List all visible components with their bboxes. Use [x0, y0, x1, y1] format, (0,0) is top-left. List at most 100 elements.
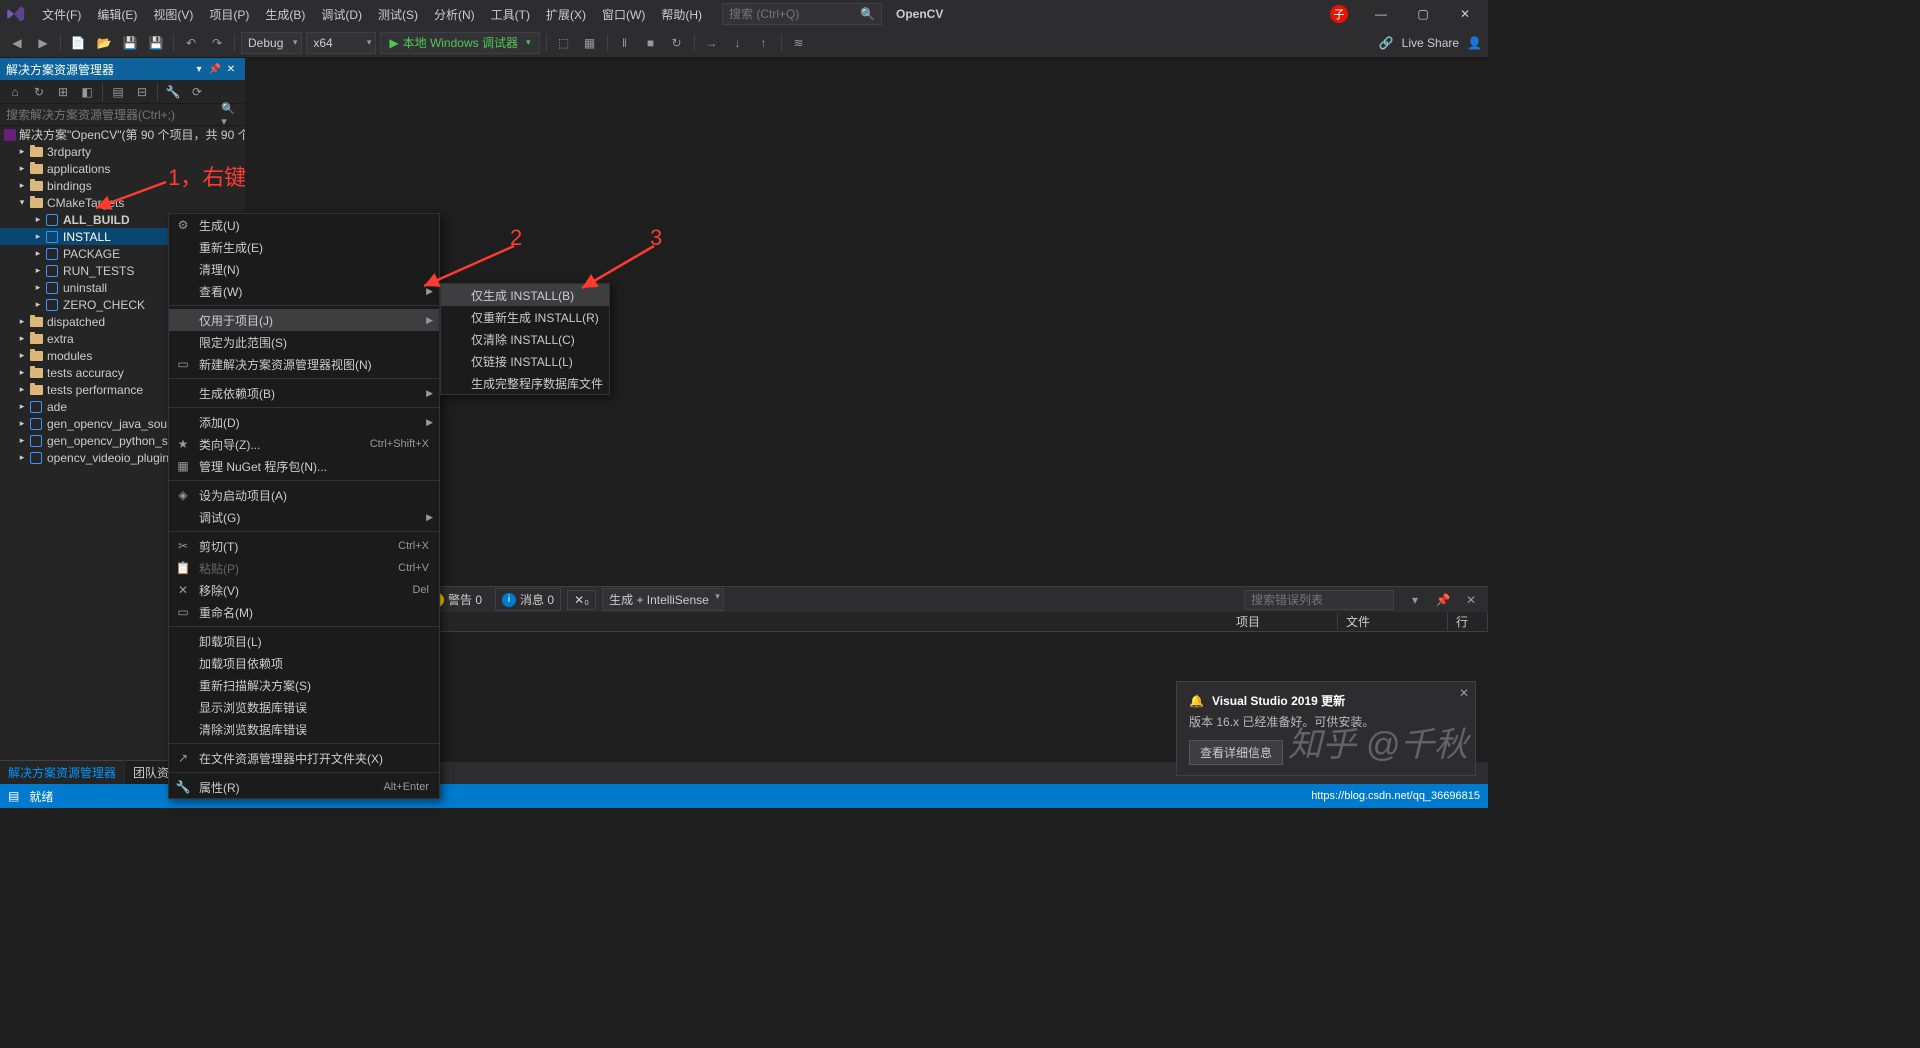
- context-menu-item[interactable]: ▭重命名(M): [169, 601, 439, 623]
- tree-node[interactable]: ▸3rdparty: [0, 143, 245, 160]
- col-line[interactable]: 行: [1448, 613, 1488, 630]
- solution-root[interactable]: 解决方案"OpenCV"(第 90 个项目，共 90 个): [0, 126, 245, 143]
- start-debug-button[interactable]: ▶ 本地 Windows 调试器 ▾: [380, 32, 539, 54]
- step-into-icon[interactable]: ↓: [727, 32, 749, 54]
- tab-solution-explorer[interactable]: 解决方案资源管理器: [0, 760, 124, 784]
- nav-fwd-icon[interactable]: ▶: [32, 32, 54, 54]
- messages-filter[interactable]: i消息 0: [495, 588, 561, 611]
- tool-icon[interactable]: ▤: [107, 81, 129, 103]
- dropdown-icon[interactable]: ▾: [1404, 589, 1426, 611]
- error-search-input[interactable]: [1244, 590, 1394, 610]
- context-menu-item[interactable]: ▭新建解决方案资源管理器视图(N): [169, 353, 439, 375]
- pause-icon[interactable]: ‖: [614, 32, 636, 54]
- restart-icon[interactable]: ↻: [666, 32, 688, 54]
- context-menu-item[interactable]: 仅链接 INSTALL(L): [441, 350, 609, 372]
- menu-item[interactable]: 测试(S): [370, 5, 426, 25]
- context-menu-item[interactable]: ★类向导(Z)...Ctrl+Shift+X: [169, 433, 439, 455]
- context-menu-item[interactable]: 限定为此范围(S): [169, 331, 439, 353]
- context-menu-item[interactable]: ✂剪切(T)Ctrl+X: [169, 535, 439, 557]
- tree-node[interactable]: ▾CMakeTargets: [0, 194, 245, 211]
- global-search-input[interactable]: [729, 7, 860, 21]
- menu-item[interactable]: 文件(F): [34, 5, 89, 25]
- minimize-button[interactable]: —: [1364, 3, 1398, 25]
- menu-item[interactable]: 扩展(X): [538, 5, 594, 25]
- context-menu-item[interactable]: 仅用于项目(J)▶: [169, 309, 439, 331]
- menu-item[interactable]: 视图(V): [145, 5, 201, 25]
- config-dropdown[interactable]: Debug: [241, 32, 302, 54]
- pin-icon[interactable]: 📌: [207, 64, 223, 75]
- redo-icon[interactable]: ↷: [206, 32, 228, 54]
- wrench-icon[interactable]: 🔧: [162, 81, 184, 103]
- context-menu-item[interactable]: 清除浏览数据库错误: [169, 718, 439, 740]
- context-menu-item[interactable]: ↗在文件资源管理器中打开文件夹(X): [169, 747, 439, 769]
- tool-icon[interactable]: ◧: [76, 81, 98, 103]
- menu-item[interactable]: 调试(D): [313, 5, 370, 25]
- context-menu-item[interactable]: 生成依赖项(B)▶: [169, 382, 439, 404]
- tool-icon[interactable]: ≋: [788, 32, 810, 54]
- menu-item[interactable]: 分析(N): [426, 5, 483, 25]
- error-source-dropdown[interactable]: 生成 + IntelliSense: [602, 588, 724, 611]
- context-menu-item[interactable]: 重新生成(E): [169, 236, 439, 258]
- stop-icon[interactable]: ■: [640, 32, 662, 54]
- platform-dropdown[interactable]: x64: [306, 32, 376, 54]
- save-icon[interactable]: 💾: [119, 32, 141, 54]
- tree-node[interactable]: ▸bindings: [0, 177, 245, 194]
- step-out-icon[interactable]: ↑: [753, 32, 775, 54]
- new-file-icon[interactable]: 📄: [67, 32, 89, 54]
- col-file[interactable]: 文件: [1338, 613, 1448, 630]
- menu-item[interactable]: 生成(B): [257, 5, 313, 25]
- nav-back-icon[interactable]: ◀: [6, 32, 28, 54]
- menu-item[interactable]: 工具(T): [483, 5, 538, 25]
- undo-icon[interactable]: ↶: [180, 32, 202, 54]
- context-menu-item[interactable]: ▦管理 NuGet 程序包(N)...: [169, 455, 439, 477]
- context-menu-item[interactable]: 仅清除 INSTALL(C): [441, 328, 609, 350]
- tool-icon[interactable]: ⊞: [52, 81, 74, 103]
- context-menu-item[interactable]: 生成完整程序数据库文件: [441, 372, 609, 394]
- tool-icon[interactable]: ▦: [579, 32, 601, 54]
- home-icon[interactable]: ⌂: [4, 81, 26, 103]
- close-button[interactable]: ✕: [1448, 3, 1482, 25]
- close-icon[interactable]: ✕: [1460, 589, 1482, 611]
- context-menu-item[interactable]: ⚙生成(U): [169, 214, 439, 236]
- solution-search[interactable]: 🔍▾: [0, 104, 245, 126]
- context-menu-item[interactable]: 添加(D)▶: [169, 411, 439, 433]
- menu-item[interactable]: 项目(P): [201, 5, 257, 25]
- tool-icon[interactable]: ⊟: [131, 81, 153, 103]
- project-context-menu[interactable]: ⚙生成(U)重新生成(E)清理(N)查看(W)▶ 仅用于项目(J)▶限定为此范围(…: [168, 213, 440, 799]
- context-menu-item[interactable]: ◈设为启动项目(A): [169, 484, 439, 506]
- context-menu-item[interactable]: 重新扫描解决方案(S): [169, 674, 439, 696]
- context-menu-item[interactable]: 仅重新生成 INSTALL(R): [441, 306, 609, 328]
- build-filter[interactable]: ✕₀: [567, 590, 596, 610]
- context-menu-item[interactable]: 查看(W)▶: [169, 280, 439, 302]
- menu-item[interactable]: 窗口(W): [594, 5, 653, 25]
- close-panel-icon[interactable]: ✕: [223, 64, 239, 75]
- context-menu-item[interactable]: 🔧属性(R)Alt+Enter: [169, 776, 439, 798]
- tool-icon[interactable]: ↻: [28, 81, 50, 103]
- context-menu-item[interactable]: ✕移除(V)Del: [169, 579, 439, 601]
- close-notification-icon[interactable]: ✕: [1459, 686, 1469, 700]
- save-all-icon[interactable]: 💾: [145, 32, 167, 54]
- context-menu-item[interactable]: 加载项目依赖项: [169, 652, 439, 674]
- context-menu-item[interactable]: 显示浏览数据库错误: [169, 696, 439, 718]
- context-menu-item[interactable]: 卸载项目(L): [169, 630, 439, 652]
- tool-icon[interactable]: ⬚: [553, 32, 575, 54]
- live-share-button[interactable]: Live Share: [1402, 36, 1459, 50]
- tree-node[interactable]: ▸applications: [0, 160, 245, 177]
- project-only-submenu[interactable]: 仅生成 INSTALL(B)仅重新生成 INSTALL(R)仅清除 INSTAL…: [440, 283, 610, 395]
- context-menu-item[interactable]: 清理(N): [169, 258, 439, 280]
- account-icon[interactable]: 👤: [1467, 36, 1482, 50]
- tool-icon[interactable]: ⟳: [186, 81, 208, 103]
- menu-item[interactable]: 帮助(H): [653, 5, 710, 25]
- context-menu-item[interactable]: 调试(G)▶: [169, 506, 439, 528]
- col-project[interactable]: 项目: [1228, 613, 1338, 630]
- menu-item[interactable]: 编辑(E): [89, 5, 145, 25]
- context-menu-item[interactable]: 仅生成 INSTALL(B): [441, 284, 609, 306]
- view-details-button[interactable]: 查看详细信息: [1189, 740, 1283, 765]
- maximize-button[interactable]: ▢: [1406, 3, 1440, 25]
- step-icon[interactable]: →: [701, 32, 723, 54]
- user-badge[interactable]: 子: [1330, 5, 1348, 23]
- dropdown-icon[interactable]: ▾: [191, 64, 207, 75]
- open-icon[interactable]: 📂: [93, 32, 115, 54]
- solution-search-input[interactable]: [6, 108, 221, 122]
- pin-icon[interactable]: 📌: [1432, 589, 1454, 611]
